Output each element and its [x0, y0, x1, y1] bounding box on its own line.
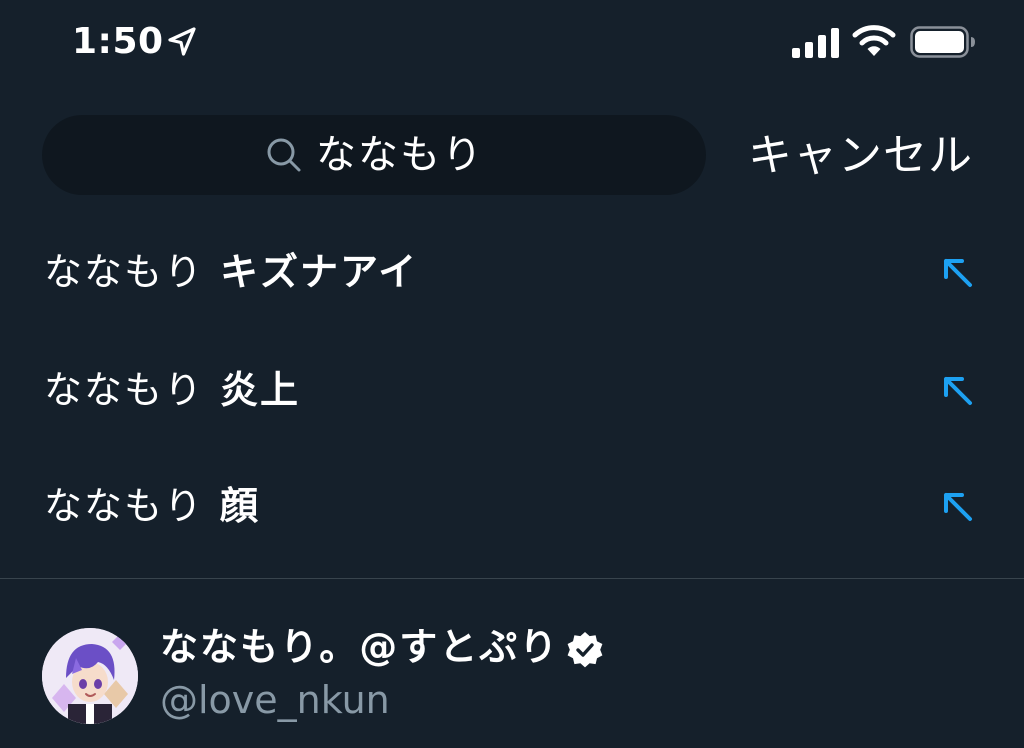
account-handle: @love_nkun — [160, 678, 390, 722]
location-arrow-icon — [168, 27, 196, 56]
avatar-illustration — [42, 628, 138, 724]
status-time: 1:50 — [72, 21, 164, 62]
suggestion-bold-text: 顔 — [220, 484, 261, 528]
cellular-signal-icon — [792, 28, 839, 58]
suggestion-label: ななもり キズナアイ — [44, 247, 418, 297]
divider — [0, 578, 1024, 579]
cancel-button[interactable]: キャンセル — [748, 128, 988, 184]
suggestion-label: ななもり 炎上 — [44, 365, 300, 415]
suggestion-base-text: ななもり — [44, 484, 205, 528]
suggestion-bold-text: 炎上 — [220, 368, 301, 412]
verified-badge-icon — [567, 632, 603, 668]
account-name: ななもり。@すとぷり — [160, 625, 560, 669]
wifi-icon — [852, 25, 896, 56]
arrow-up-left-icon[interactable] — [938, 487, 978, 527]
account-result[interactable]: ななもり。@すとぷり @love_nkun — [0, 580, 1024, 748]
search-query: ななもり — [316, 132, 484, 178]
suggestion-bold-text: キズナアイ — [220, 250, 419, 294]
suggestion-base-text: ななもり — [44, 250, 205, 294]
suggestion-item[interactable]: ななもり キズナアイ — [0, 215, 1024, 331]
status-bar: 1:50 — [0, 0, 1024, 84]
suggestion-item[interactable]: ななもり 炎上 — [0, 333, 1024, 449]
search-input[interactable]: ななもり — [42, 115, 706, 195]
screen: 1:50 ななもり キャンセル ななもり キズナアイ ななもり 炎上 ななもり … — [0, 0, 1024, 748]
battery-icon — [910, 26, 975, 58]
search-icon — [267, 138, 301, 172]
arrow-up-left-icon[interactable] — [938, 253, 978, 293]
suggestion-base-text: ななもり — [44, 368, 205, 412]
suggestion-item[interactable]: ななもり顔 — [0, 449, 1024, 565]
arrow-up-left-icon[interactable] — [938, 371, 978, 411]
suggestion-label: ななもり顔 — [44, 481, 260, 531]
avatar[interactable] — [42, 628, 138, 724]
